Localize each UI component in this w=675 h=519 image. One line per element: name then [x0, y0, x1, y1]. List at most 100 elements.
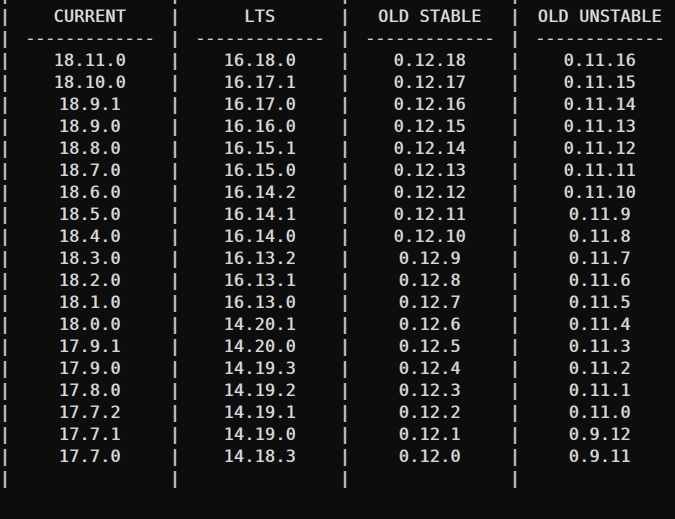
version-cell: 16.14.2: [223, 183, 297, 202]
column-separator-0: |: [0, 95, 10, 114]
version-cell: 0.11.10: [563, 183, 637, 202]
version-cell: 0.9.11: [568, 447, 631, 466]
table-row: |18.8.0|16.15.1|0.12.14|0.11.12|: [0, 138, 675, 160]
version-cell: 0.12.1: [398, 425, 461, 444]
version-cell: 0.12.6: [398, 315, 461, 334]
version-cell: 18.10.0: [53, 73, 127, 92]
column-separator-2: |: [340, 161, 350, 180]
table-row: |17.9.1|14.20.0|0.12.5|0.11.3|: [0, 336, 675, 358]
version-cell: 0.11.1: [568, 381, 631, 400]
version-cell: 0.12.13: [393, 161, 467, 180]
version-cell: 0.12.17: [393, 73, 467, 92]
table-row: |17.8.0|14.19.2|0.12.3|0.11.1|: [0, 380, 675, 402]
column-separator-2: |: [340, 51, 350, 70]
column-separator-0: |: [0, 205, 10, 224]
column-separator-3: |: [510, 7, 520, 26]
version-cell: 0.11.11: [563, 161, 637, 180]
column-separator-2: |: [340, 469, 350, 488]
table-row: |18.5.0|16.14.1|0.12.11|0.11.9|: [0, 204, 675, 226]
version-cell: 17.8.0: [58, 381, 121, 400]
version-cell: 14.20.1: [223, 315, 297, 334]
column-separator-1: |: [170, 271, 180, 290]
version-cell: 0.11.16: [563, 51, 637, 70]
column-separator-3: |: [510, 117, 520, 136]
column-separator-3: |: [510, 447, 520, 466]
column-separator-0: |: [0, 403, 10, 422]
column-separator-1: |: [170, 205, 180, 224]
column-separator-2: |: [340, 73, 350, 92]
column-separator-2: |: [340, 447, 350, 466]
table-bottom-edge-row: |||||: [0, 468, 675, 490]
column-separator-2: |: [340, 359, 350, 378]
version-cell: 16.16.0: [223, 117, 297, 136]
column-separator-1: |: [170, 29, 180, 48]
version-cell: 0.11.3: [568, 337, 631, 356]
column-separator-1: |: [170, 425, 180, 444]
table-row: |17.7.1|14.19.0|0.12.1|0.9.12|: [0, 424, 675, 446]
version-cell: 0.11.2: [568, 359, 631, 378]
version-cell: 0.12.3: [398, 381, 461, 400]
version-cell: 17.7.1: [58, 425, 121, 444]
version-cell: 16.17.1: [223, 73, 297, 92]
column-separator-3: |: [510, 73, 520, 92]
version-cell: 0.12.8: [398, 271, 461, 290]
column-separator-1: |: [170, 381, 180, 400]
column-separator-0: |: [0, 293, 10, 312]
version-cell: 0.12.4: [398, 359, 461, 378]
table-row: |18.7.0|16.15.0|0.12.13|0.11.11|: [0, 160, 675, 182]
version-cell: 18.4.0: [58, 227, 121, 246]
column-separator-0: |: [0, 315, 10, 334]
version-cell: 18.5.0: [58, 205, 121, 224]
table-row: |18.10.0|16.17.1|0.12.17|0.11.15|: [0, 72, 675, 94]
column-separator-1: |: [170, 447, 180, 466]
column-separator-0: |: [0, 29, 10, 48]
version-cell: 14.18.3: [223, 447, 297, 466]
table-header-row: |CURRENT|LTS|OLD STABLE|OLD UNSTABLE|: [0, 6, 675, 28]
column-separator-3: |: [510, 271, 520, 290]
version-cell: 16.13.1: [223, 271, 297, 290]
version-cell: 18.9.0: [58, 117, 121, 136]
version-cell: 16.13.2: [223, 249, 297, 268]
column-separator-3: |: [510, 337, 520, 356]
version-cell: 0.11.13: [563, 117, 637, 136]
column-separator-3: |: [510, 29, 520, 48]
column-separator-3: |: [510, 381, 520, 400]
version-cell: 17.7.2: [58, 403, 121, 422]
version-cell: 17.9.0: [58, 359, 121, 378]
column-separator-2: |: [340, 271, 350, 290]
column-separator-3: |: [510, 469, 520, 488]
column-separator-0: |: [0, 183, 10, 202]
version-cell: 16.17.0: [223, 95, 297, 114]
column-separator-2: |: [340, 95, 350, 114]
version-cell: 0.12.18: [393, 51, 467, 70]
version-cell: 16.14.1: [223, 205, 297, 224]
column-separator-0: |: [0, 73, 10, 92]
version-cell: 14.19.2: [223, 381, 297, 400]
column-separator-1: |: [170, 51, 180, 70]
version-cell: 0.11.15: [563, 73, 637, 92]
column-separator-2: |: [340, 381, 350, 400]
version-cell: 17.9.1: [58, 337, 121, 356]
column-separator-3: |: [510, 161, 520, 180]
column-separator-1: |: [170, 117, 180, 136]
column-separator-1: |: [170, 73, 180, 92]
table-row: |17.7.0|14.18.3|0.12.0|0.9.11|: [0, 446, 675, 468]
column-separator-3: |: [510, 227, 520, 246]
column-separator-2: |: [340, 403, 350, 422]
column-separator-1: |: [170, 293, 180, 312]
version-cell: 0.12.16: [393, 95, 467, 114]
column-separator-0: |: [0, 117, 10, 136]
version-cell: 18.3.0: [58, 249, 121, 268]
version-cell: 0.12.9: [398, 249, 461, 268]
version-cell: 0.12.11: [393, 205, 467, 224]
version-cell: 0.11.8: [568, 227, 631, 246]
header-rule-2: -------------: [365, 29, 495, 48]
version-cell: 14.19.3: [223, 359, 297, 378]
column-separator-1: |: [170, 161, 180, 180]
terminal-window: | | | | | | CURRENT | LTS | OLD STABLE | OLD UNSTABL…: [0, 0, 675, 519]
version-cell: 18.9.1: [58, 95, 121, 114]
column-separator-2: |: [340, 337, 350, 356]
column-separator-2: |: [340, 425, 350, 444]
column-header-current: CURRENT: [53, 7, 127, 26]
column-separator-0: |: [0, 381, 10, 400]
